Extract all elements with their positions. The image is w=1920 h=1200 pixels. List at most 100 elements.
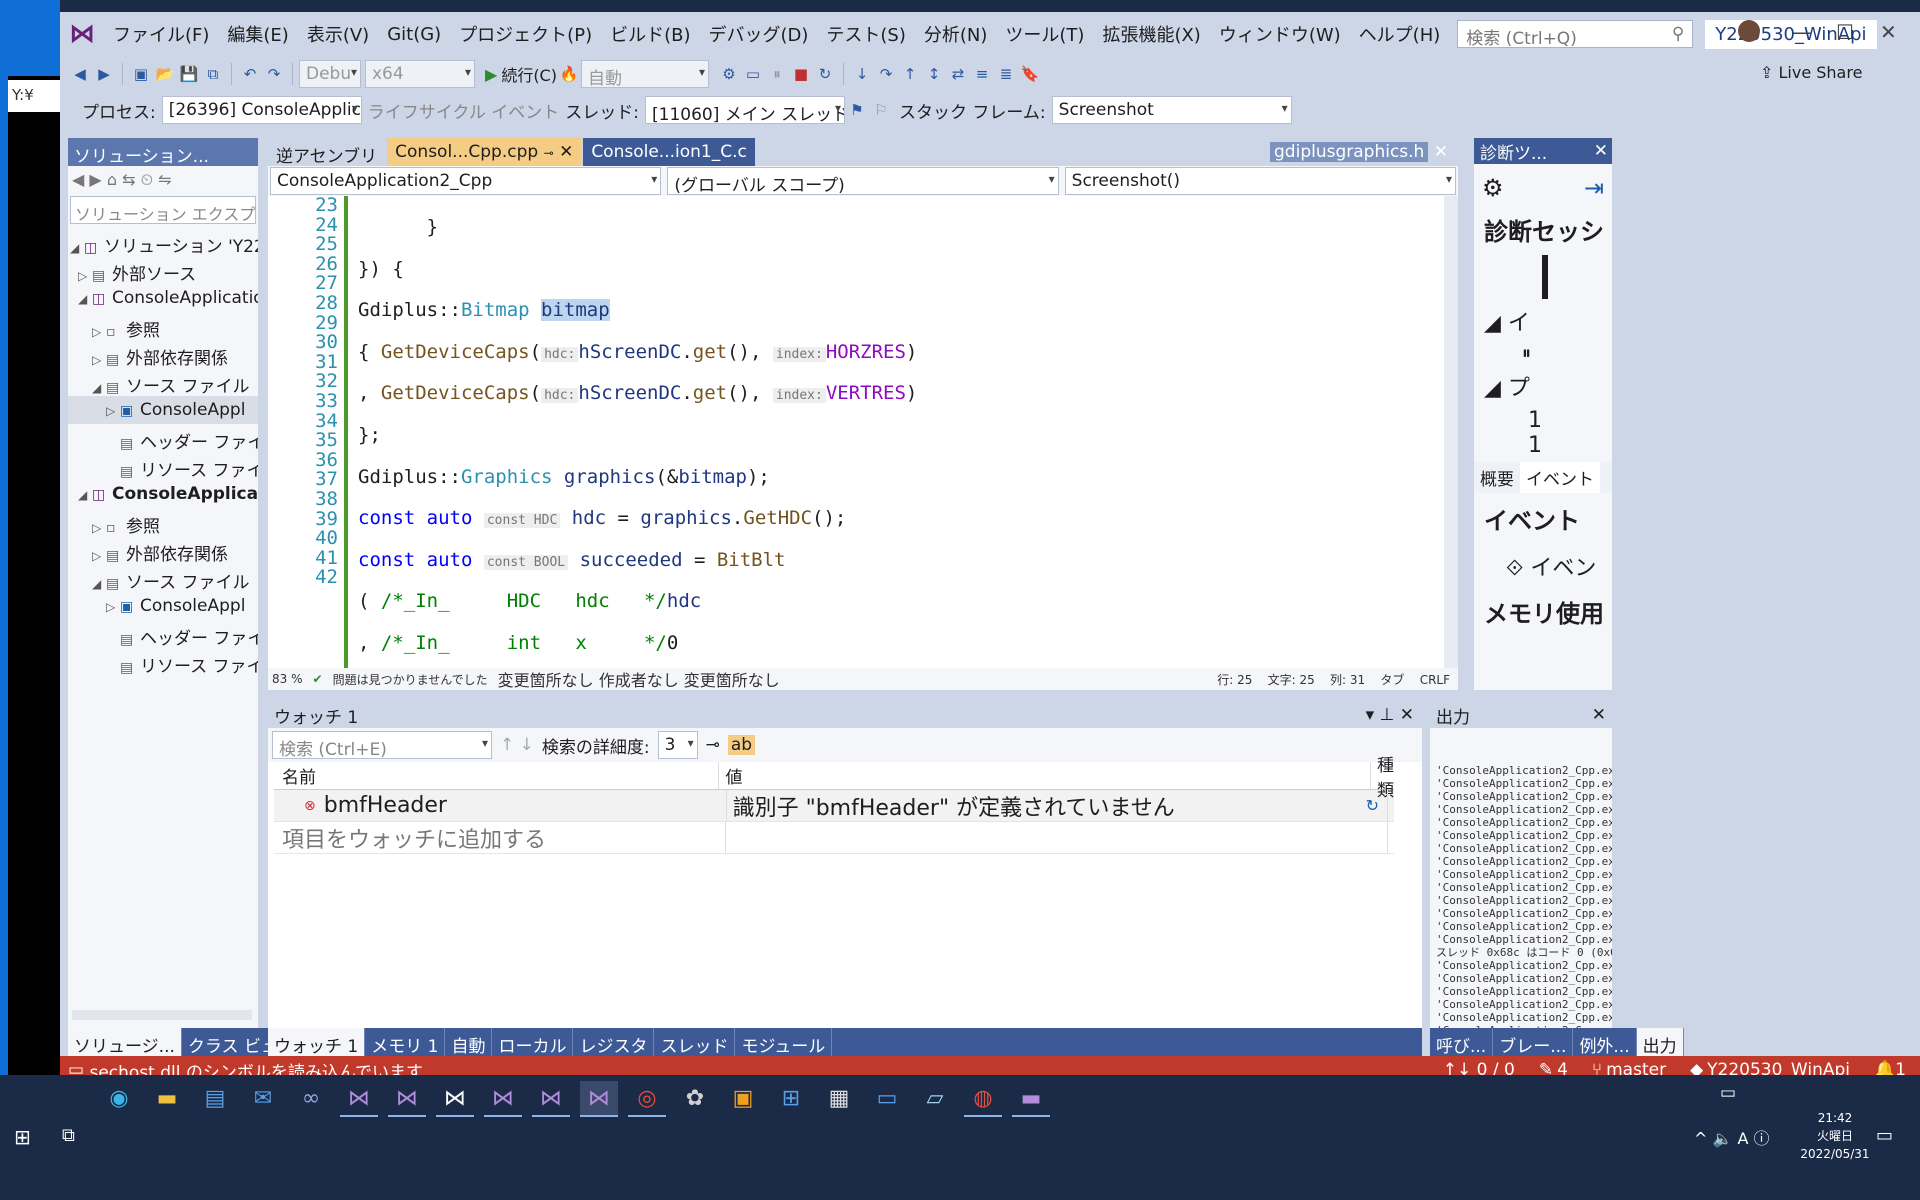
pin-icon[interactable]: ⊸ [544,146,554,160]
mail-icon[interactable]: ✉ [244,1081,282,1117]
stop-icon[interactable]: ■ [789,65,813,83]
menu-build[interactable]: ビルド(B) [601,21,699,47]
tree-item-source-files[interactable]: ◢ ▤ ソース ファイル [68,368,258,396]
platform-select[interactable]: x64 [365,60,475,88]
menu-window[interactable]: ウィンドウ(W) [1210,21,1350,47]
horizontal-scrollbar[interactable] [72,1010,252,1020]
tab-threads[interactable]: スレッド [654,1028,736,1058]
add-watch-placeholder[interactable]: 項目をウォッチに追加する [274,822,727,853]
visual-studio-icon[interactable]: ⋈ [388,1081,426,1117]
visual-studio-logo-icon[interactable]: ⋈ [60,12,104,56]
tab-exceptions[interactable]: 例外... [1573,1028,1637,1058]
device-icon[interactable]: ▭ [1720,1083,1736,1103]
configuration-select[interactable]: Debu [299,60,361,88]
menu-edit[interactable]: 編集(E) [218,21,297,47]
history-icon[interactable]: ⏲ [141,170,153,189]
edge-icon[interactable]: ◉ [100,1081,138,1117]
hex-icon[interactable]: ⇄ [946,65,970,83]
tree-item-header-files[interactable]: ▤ヘッダー ファイル [68,424,258,452]
tab-memory-1[interactable]: メモリ 1 [365,1028,446,1058]
menu-extensions[interactable]: 拡張機能(X) [1093,21,1209,47]
recorder-icon[interactable]: ◍ [964,1081,1002,1117]
comment-icon[interactable]: ≡ [970,65,994,83]
auto-select[interactable]: 自動 [580,60,709,88]
tray-icons[interactable]: ^ 🔈 A ⓘ [1694,1125,1770,1149]
tree-item-resource-files[interactable]: ▤リソース ファイル [68,648,258,676]
window-icon[interactable]: ▭ [868,1081,906,1117]
tab-call-stack[interactable]: 呼び... [1430,1028,1494,1058]
redo-icon[interactable]: ↷ [262,65,286,83]
avatar[interactable] [1738,20,1760,42]
process-select[interactable]: [26396] ConsoleApplic [161,96,362,124]
live-share-button[interactable]: ⇪ Live Share [1760,63,1862,82]
tab-watch-1[interactable]: ウォッチ 1 [268,1028,366,1058]
infinity-icon[interactable]: ∞ [292,1081,330,1117]
visual-studio-icon[interactable]: ⋈ [532,1081,570,1117]
hot-reload-icon[interactable]: 🔥 [557,65,581,83]
lifecycle-events-button[interactable]: ライフサイクル イベント [368,98,560,123]
solution-search-input[interactable]: ソリューション エクスプ [70,196,256,224]
watch-item-name[interactable]: bmfHeader [324,793,447,818]
tree-item-references[interactable]: ▷ ▫ 参照 [68,508,258,536]
menu-analyze[interactable]: 分析(N) [915,21,997,47]
code-text[interactable]: } }) { Gdiplus::Bitmap bitmap { GetDevic… [358,196,1438,668]
file-explorer-icon[interactable]: ▬ [148,1081,186,1117]
console-icon[interactable]: ▬ [1012,1081,1050,1117]
events-section[interactable]: ◢ イ [1474,299,1612,343]
menu-git[interactable]: Git(G) [378,24,450,45]
tab-output[interactable]: 出力 [1636,1028,1684,1058]
open-icon[interactable]: 📂 [153,65,177,83]
step-out-icon[interactable]: ↑ [898,65,922,83]
remote-desktop-icon[interactable]: ▣ [724,1081,762,1117]
continue-button[interactable]: 続行(C) [501,62,557,86]
forward-icon[interactable]: ▶ [89,170,101,189]
export-icon[interactable]: ⇥ [1584,174,1604,202]
home-icon[interactable]: ⌂ [107,170,117,189]
restart-icon[interactable]: ↻ [813,65,837,83]
chrome-icon[interactable]: ◎ [628,1081,666,1117]
tab-modules[interactable]: モジュール [735,1028,833,1058]
visual-studio-icon[interactable]: ⋈ [436,1081,474,1117]
table-row[interactable]: ⊗ bmfHeader 識別子 "bmfHeader" が定義されていません ↻ [274,790,1394,822]
start-button[interactable]: ⊞ [14,1125,31,1149]
background-window-tab[interactable]: Y:¥ [8,80,60,112]
add-watch-row[interactable]: 項目をウォッチに追加する [274,822,1394,854]
calculator-icon[interactable]: ▦ [820,1081,858,1117]
notepad-icon[interactable]: ▱ [916,1081,954,1117]
flag-icon[interactable]: ⚑ [845,101,869,119]
menu-tools[interactable]: ツール(T) [996,21,1093,47]
tree-item-source-files[interactable]: ◢ ▤ ソース ファイル [68,564,258,592]
tree-item-project-1[interactable]: ◢ ◫ ConsoleApplicatio [68,284,258,312]
tab-autos[interactable]: 自動 [445,1028,493,1058]
close-panel-icon[interactable]: ✕ [1592,705,1606,725]
visual-studio-icon[interactable]: ⋈ [580,1081,618,1117]
close-tab-icon[interactable]: ✕ [559,142,573,162]
sync-icon[interactable]: ⇆ [122,170,135,189]
tab-events[interactable]: イベント [1520,462,1600,493]
undo-icon[interactable]: ↶ [238,65,262,83]
bookmark-icon[interactable]: 🔖 [1018,65,1042,83]
tab-locals[interactable]: ローカル [492,1028,574,1058]
tree-item-solution[interactable]: ◢◫ソリューション 'Y22053 [68,228,258,256]
minimize-button[interactable]: — [1792,20,1812,44]
hex-display-icon[interactable]: ab [727,735,756,755]
thread-select[interactable]: [11060] メイン スレッド [645,96,846,124]
issues-status[interactable]: 問題は見つかりませんでした [333,671,488,688]
process-memory-section[interactable]: ◢ プ [1474,364,1612,408]
tab-gdiplus-header[interactable]: gdiplusgraphics.h ✕ [1262,138,1456,166]
zoom-select[interactable]: 83 % [272,672,303,686]
menu-project[interactable]: プロジェクト(P) [450,21,601,47]
store-icon[interactable]: ▤ [196,1081,234,1117]
search-previous-icon[interactable]: ↑ ↓ [500,735,534,755]
thread-filter-icon[interactable]: ⚐ [869,101,893,119]
process-icon[interactable]: ⚙ [717,65,741,83]
tab-c-file[interactable]: Console...ion1_C.c [583,138,755,166]
tree-item-external-sources[interactable]: ▷ ▤ 外部ソース [68,256,258,284]
project-scope-select[interactable]: ConsoleApplication2_Cpp [270,167,662,195]
task-view-icon[interactable]: ⧉ [62,1125,75,1146]
forward-icon[interactable]: ▶ [92,65,116,83]
close-panel-icon[interactable]: ✕ [1594,141,1608,161]
close-button[interactable]: ✕ [1880,20,1897,44]
menu-test[interactable]: テスト(S) [817,21,914,47]
save-icon[interactable]: 💾 [177,65,201,83]
